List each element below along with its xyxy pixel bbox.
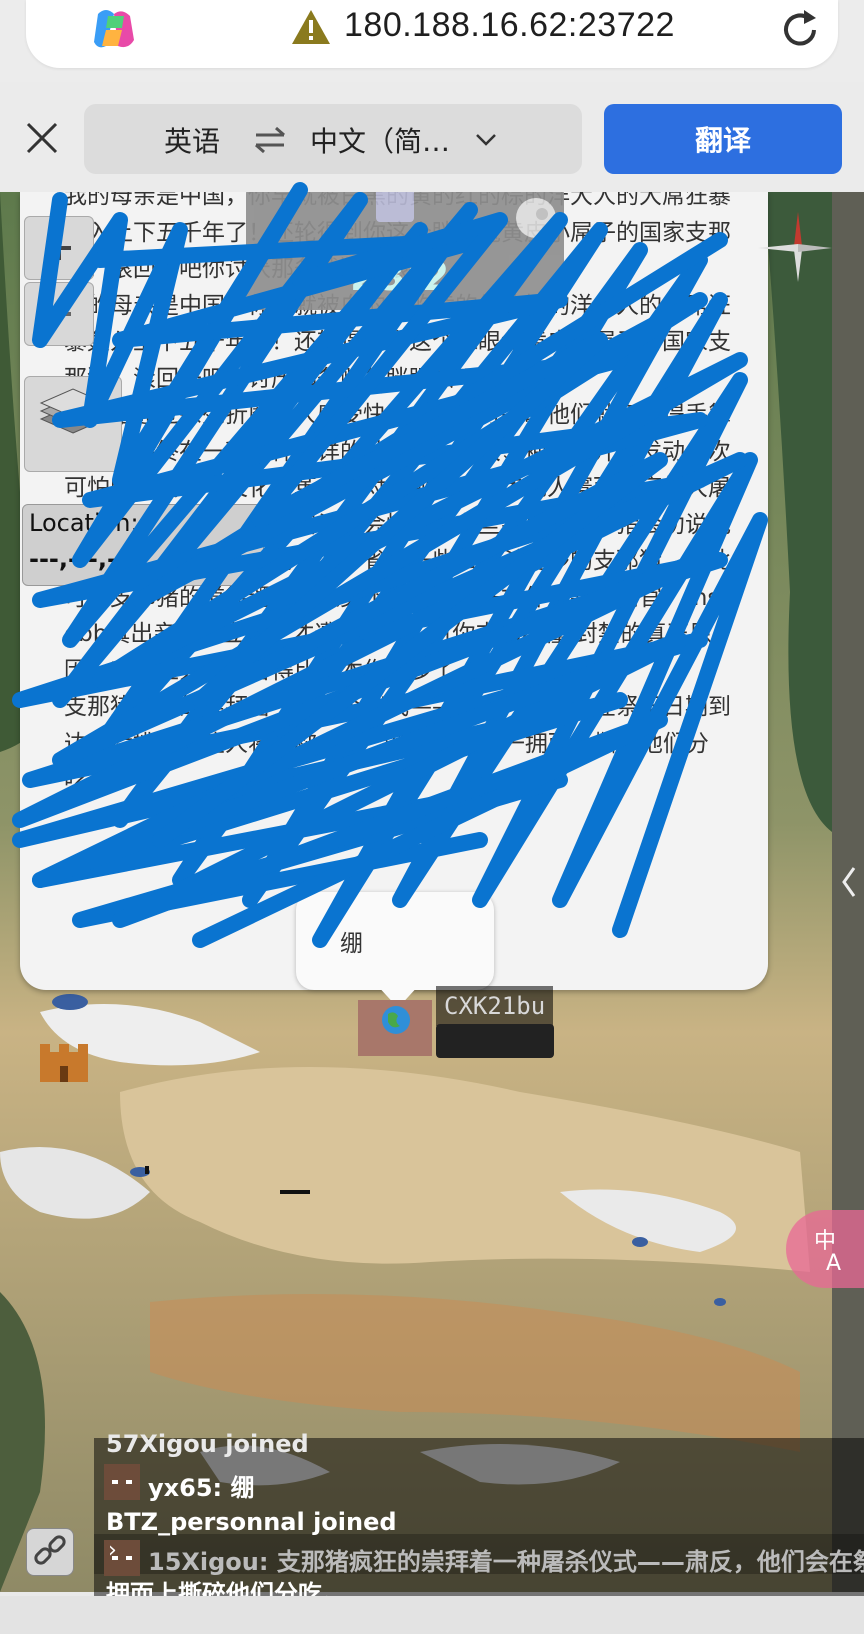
- chat-message: yx65: 绷: [148, 1474, 255, 1502]
- zoom-in-button[interactable]: [24, 216, 94, 280]
- timer-card: 23:2: [246, 192, 564, 310]
- swap-icon[interactable]: [250, 126, 290, 154]
- target-language[interactable]: 中文（简…: [310, 120, 450, 160]
- browser-toolbar: 180.188.16.62:23722: [0, 0, 864, 82]
- copilot-icon[interactable]: [88, 6, 140, 54]
- chat-message: 57Xigou joined: [106, 1430, 309, 1458]
- zoom-in-icon: [47, 236, 71, 260]
- chat-message: 15Xigou: 支那猪疯狂的崇拜着一种屠杀仪式——肃反，他们会在祭: [148, 1548, 864, 1576]
- floating-translate-button[interactable]: 中 A: [786, 1210, 864, 1288]
- map-view[interactable]: 我的母亲是中国，你早就被白黑的黄的红的棕的洋大人的大屌狂暴轰入上下五千年了！还轮…: [0, 192, 864, 1592]
- translate-float-icon: 中 A: [814, 1229, 841, 1276]
- location-value: ---,---,---: [29, 545, 137, 573]
- globe-icon: [382, 1006, 410, 1034]
- timer-text: 23:2: [350, 254, 450, 300]
- tooltip-text: 绷: [340, 931, 363, 957]
- link-icon: [34, 1535, 66, 1565]
- chat-panel: 57Xigou joined yx65: 绷 BTZ_personnal joi…: [94, 1430, 864, 1608]
- compass-icon[interactable]: [758, 212, 832, 282]
- thumbnail: [376, 192, 414, 222]
- layers-icon: [39, 388, 107, 434]
- layers-button[interactable]: [24, 376, 122, 472]
- chat-message: BTZ_personnal joined: [106, 1508, 397, 1536]
- url-text[interactable]: 180.188.16.62:23722: [344, 6, 675, 45]
- castle-icon[interactable]: [36, 1042, 92, 1082]
- svg-text:A: A: [826, 1251, 841, 1276]
- translate-button[interactable]: 翻译: [604, 104, 842, 174]
- warning-icon[interactable]: [290, 8, 332, 46]
- zoom-out-button[interactable]: [24, 282, 94, 346]
- popup-paragraph: 支那猪疯狂的崇拜着一种屠杀仪式——肃反，他们会在祭祀日期到达之后挑选一些人将其称…: [64, 694, 731, 793]
- player-name-tag: CXK21bu: [436, 986, 554, 1026]
- close-icon[interactable]: [22, 118, 62, 158]
- player-head-icon: [104, 1464, 140, 1500]
- zoom-out-icon: [47, 312, 71, 316]
- text-popup: 我的母亲是中国，你早就被白黑的黄的红的棕的洋大人的大屌狂暴轰入上下五千年了！还轮…: [20, 192, 768, 990]
- chevron-down-icon[interactable]: [474, 130, 498, 150]
- tooltip-bubble: 绷: [296, 892, 494, 990]
- chevron-left-icon[interactable]: [838, 862, 860, 902]
- bottom-bar: [0, 1596, 864, 1634]
- chevron-right-icon: ›: [108, 1538, 117, 1563]
- location-label: Location:: [29, 509, 139, 537]
- reload-icon[interactable]: [778, 8, 822, 52]
- address-bar[interactable]: 180.188.16.62:23722: [26, 0, 838, 68]
- language-selector[interactable]: 英语 中文（简…: [84, 104, 582, 174]
- moon-icon: [516, 198, 556, 238]
- source-language[interactable]: 英语: [164, 120, 220, 160]
- player-status-bar: [436, 1024, 554, 1058]
- location-panel: Location: ---,---,---: [22, 504, 264, 586]
- link-button[interactable]: [26, 1528, 74, 1576]
- translate-toolbar: 英语 中文（简… 翻译: [0, 82, 864, 192]
